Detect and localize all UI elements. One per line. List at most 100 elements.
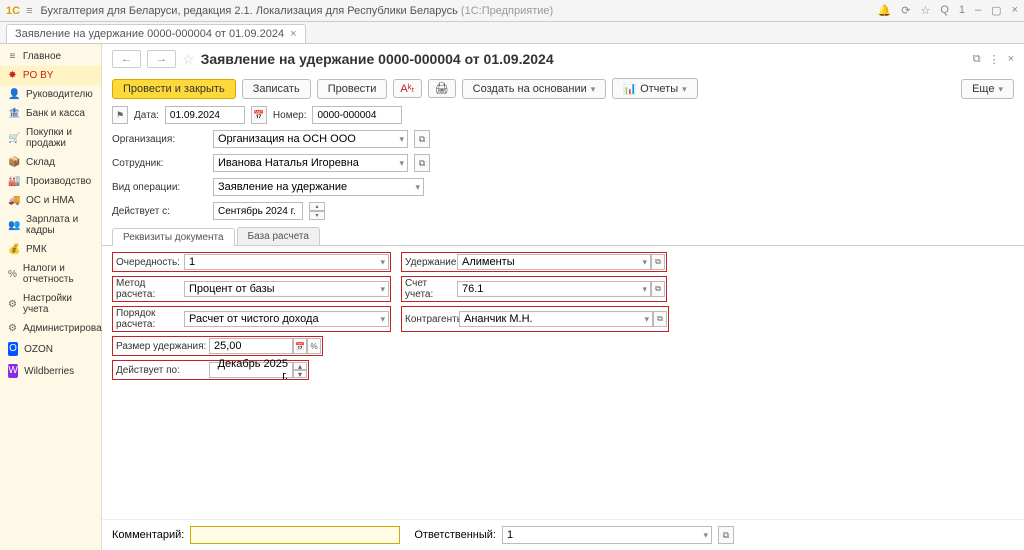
sidebar-item-manager[interactable]: 👤Руководителю — [0, 85, 101, 104]
sidebar: ≡Главное ✸PO BY 👤Руководителю 🏦Банк и ка… — [0, 44, 102, 550]
openlink-icon[interactable]: ⧉ — [973, 53, 981, 66]
factory-icon: 🏭 — [8, 176, 20, 187]
calendar-icon[interactable]: 📅 — [251, 106, 267, 124]
open-contractor-icon[interactable]: ⧉ — [653, 311, 667, 327]
spinner-down-icon[interactable]: ▾ — [293, 370, 307, 378]
star-icon: ✸ — [8, 70, 17, 81]
tab-base[interactable]: База расчета — [237, 227, 320, 245]
open-deduction-icon[interactable]: ⧉ — [651, 254, 665, 270]
save-button[interactable]: Записать — [242, 79, 311, 99]
optype-select[interactable]: Заявление на удержание — [213, 178, 424, 196]
priority-label: Очередность: — [114, 257, 184, 268]
sidebar-item-sales[interactable]: 🛒Покупки и продажи — [0, 123, 101, 153]
people-icon: 👥 — [8, 220, 20, 231]
toolbar: Провести и закрыть Записать Провести Aᵏₜ… — [102, 74, 1024, 103]
sidebar-item-assets[interactable]: 🚚ОС и НМА — [0, 191, 101, 210]
ozon-icon: O — [8, 342, 18, 356]
comment-label: Комментарий: — [112, 529, 184, 541]
spinner-down-icon[interactable]: ▾ — [309, 211, 325, 220]
gear-icon: ⚙ — [8, 299, 17, 310]
spinner-up-icon[interactable]: ▴ — [309, 202, 325, 211]
emp-select[interactable]: Иванова Наталья Игоревна — [213, 154, 408, 172]
until-input[interactable]: Декабрь 2025 г. — [209, 362, 293, 378]
contractor-label: Контрагенты: — [403, 314, 459, 325]
size-input[interactable]: 25,00 — [209, 338, 293, 354]
print-button[interactable]: 🖨 — [428, 79, 456, 98]
truck-icon: 🚚 — [8, 195, 20, 206]
optype-label: Вид операции: — [112, 182, 207, 193]
bell-icon[interactable]: 🔔 — [878, 4, 892, 17]
create-based-button[interactable]: Создать на основании▾ — [462, 79, 607, 99]
maximize-icon[interactable]: ▢ — [991, 4, 1001, 17]
history-icon[interactable]: ⟳ — [901, 4, 910, 17]
star-icon[interactable]: ☆ — [920, 4, 930, 17]
date-input[interactable] — [165, 106, 245, 124]
document-tab[interactable]: Заявление на удержание 0000-000004 от 01… — [6, 24, 306, 43]
deduction-input[interactable]: Алименты — [457, 254, 651, 270]
priority-input[interactable]: 1 — [184, 254, 389, 270]
account-input[interactable]: 76.1 — [457, 281, 651, 297]
dt-kt-button[interactable]: Aᵏₜ — [393, 79, 421, 98]
sidebar-item-settings[interactable]: ⚙Настройки учета — [0, 289, 101, 319]
open-account-icon[interactable]: ⧉ — [651, 281, 665, 297]
sidebar-item-hr[interactable]: 👥Зарплата и кадры — [0, 210, 101, 240]
comment-input[interactable] — [190, 526, 400, 544]
percent-unit: % — [307, 338, 321, 354]
size-label: Размер удержания: — [114, 341, 209, 352]
close-doc-icon[interactable]: × — [1008, 53, 1014, 66]
search-icon[interactable]: Q — [940, 4, 949, 17]
post-button[interactable]: Провести — [317, 79, 388, 99]
sidebar-item-poby[interactable]: ✸PO BY — [0, 66, 101, 85]
method-label: Метод расчета: — [114, 278, 184, 300]
sidebar-item-wildberries[interactable]: WWildberries — [0, 360, 101, 382]
app-logo: 1С — [6, 5, 20, 17]
document-tabs: Заявление на удержание 0000-000004 от 01… — [0, 22, 1024, 44]
resp-select[interactable]: 1 — [502, 526, 712, 544]
open-resp-icon[interactable]: ⧉ — [718, 526, 734, 544]
number-input[interactable] — [312, 106, 402, 124]
open-org-icon[interactable]: ⧉ — [414, 130, 430, 148]
app-title: Бухгалтерия для Беларуси, редакция 2.1. … — [40, 5, 877, 17]
sidebar-item-main[interactable]: ≡Главное — [0, 47, 101, 66]
method-input[interactable]: Процент от базы — [184, 281, 389, 297]
contractor-input[interactable]: Ананчик М.Н. — [459, 311, 653, 327]
tab-close-icon[interactable]: × — [290, 28, 296, 40]
person-icon: 👤 — [8, 89, 20, 100]
more-button[interactable]: Еще▾ — [961, 79, 1014, 99]
emp-label: Сотрудник: — [112, 158, 207, 169]
order-input[interactable]: Расчет от чистого дохода — [184, 311, 389, 327]
eff-label: Действует с: — [112, 206, 207, 217]
sidebar-item-ozon[interactable]: OOZON — [0, 338, 101, 360]
open-emp-icon[interactable]: ⧉ — [414, 154, 430, 172]
flag-icon[interactable]: ⚑ — [112, 106, 128, 124]
close-icon[interactable]: × — [1012, 4, 1018, 17]
gear-icon: ⚙ — [8, 323, 17, 334]
one-icon[interactable]: 1 — [959, 4, 965, 17]
tab-requisites[interactable]: Реквизиты документа — [112, 228, 235, 246]
org-select[interactable]: Организация на ОСН ООО — [213, 130, 408, 148]
sidebar-item-rmk[interactable]: 💰РМК — [0, 240, 101, 259]
sidebar-item-warehouse[interactable]: 📦Склад — [0, 153, 101, 172]
sidebar-item-bank[interactable]: 🏦Банк и касса — [0, 104, 101, 123]
document-title: Заявление на удержание 0000-000004 от 01… — [201, 51, 554, 67]
org-label: Организация: — [112, 134, 207, 145]
list-icon: ≡ — [8, 51, 17, 62]
favorite-icon[interactable]: ☆ — [182, 51, 195, 68]
money-icon: 💰 — [8, 244, 20, 255]
menu-icon[interactable]: ≡ — [26, 5, 32, 17]
eff-input[interactable] — [213, 202, 303, 220]
sidebar-item-admin[interactable]: ⚙Администрирование — [0, 319, 101, 338]
calc-icon[interactable]: 📅 — [293, 338, 307, 354]
nav-back-button[interactable]: ← — [112, 50, 141, 68]
date-label: Дата: — [134, 110, 159, 121]
order-label: Порядок расчета: — [114, 308, 184, 330]
minimize-icon[interactable]: ‒ — [975, 4, 981, 17]
number-label: Номер: — [273, 110, 307, 121]
cart-icon: 🛒 — [8, 133, 20, 144]
menu-dots-icon[interactable]: ⋮ — [989, 53, 1000, 66]
sidebar-item-taxes[interactable]: %Налоги и отчетность — [0, 259, 101, 289]
reports-button[interactable]: 📊 Отчеты▾ — [612, 78, 697, 99]
sidebar-item-production[interactable]: 🏭Производство — [0, 172, 101, 191]
nav-forward-button[interactable]: → — [147, 50, 176, 68]
post-close-button[interactable]: Провести и закрыть — [112, 79, 236, 99]
